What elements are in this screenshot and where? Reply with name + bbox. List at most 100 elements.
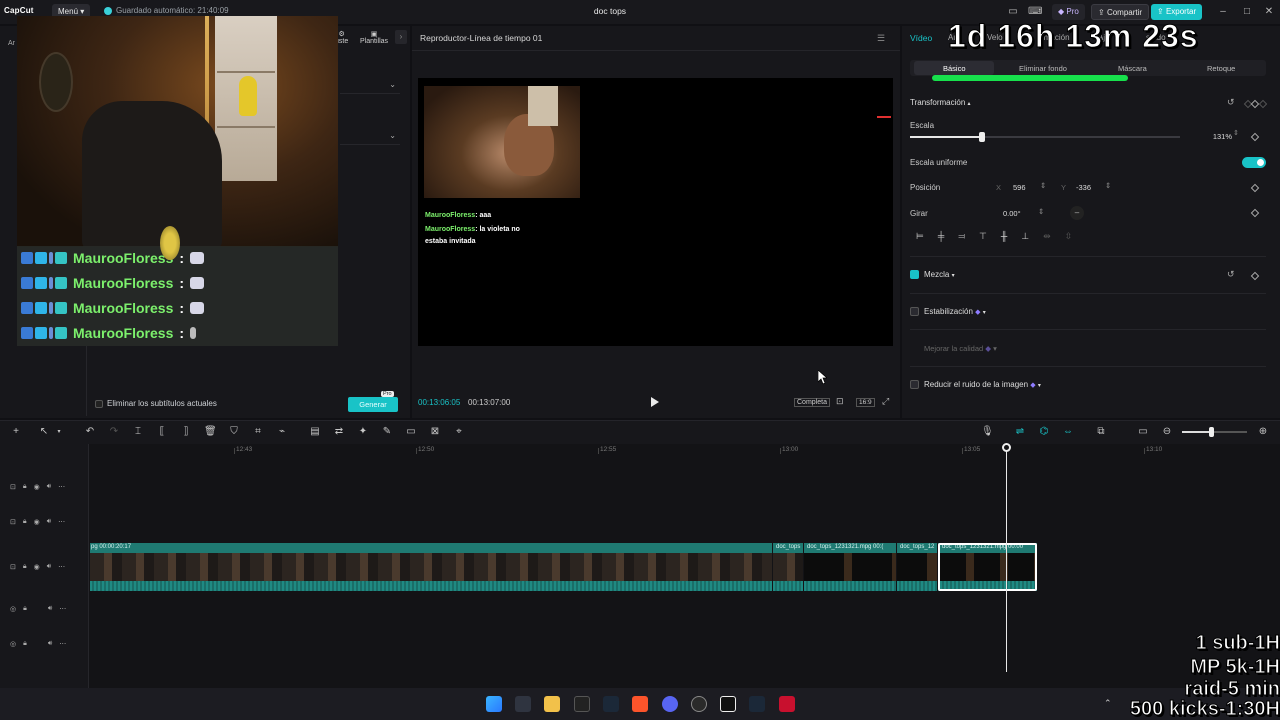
discord-icon[interactable] (662, 696, 678, 712)
select-tool-icon[interactable]: ↖ (38, 426, 50, 438)
lock-icon[interactable]: 🔒︎ (23, 605, 27, 613)
subtab-remove-bg[interactable]: Eliminar fondo (1019, 64, 1067, 73)
microphone-icon[interactable]: 🎙︎ (981, 426, 994, 438)
play-icon[interactable] (650, 396, 660, 408)
tab-video[interactable]: Vídeo (910, 33, 932, 43)
preview-axis-icon[interactable]: ⇔ (1062, 426, 1074, 438)
subtab-basic[interactable]: Básico (943, 64, 966, 73)
transform-section-title[interactable]: Transformación ▴ (910, 98, 971, 107)
stepper-icon[interactable]: ⇕ (1233, 129, 1239, 137)
more-icon[interactable]: ⋯ (59, 605, 66, 613)
templates-tool[interactable]: ▣ Plantillas (360, 30, 388, 45)
eye-icon[interactable]: ◉ (34, 483, 40, 491)
aspect-ratio-button[interactable]: 16:9 (856, 398, 875, 407)
obs-icon[interactable] (574, 696, 590, 712)
stepper-icon[interactable]: ⇕ (1040, 181, 1046, 190)
layout-icon[interactable]: ▭ (1006, 5, 1020, 19)
track-type-icon[interactable]: ⊡ (10, 563, 16, 571)
generate-button[interactable]: Generar (348, 397, 398, 412)
denoise-section[interactable]: Reducir el ruido de la imagen ◆ ▾ (924, 380, 1041, 389)
playhead-handle[interactable] (1002, 443, 1011, 452)
steam-icon[interactable] (603, 696, 619, 712)
tracking-icon[interactable]: ⌖ (453, 426, 465, 438)
collapse-panel-button[interactable]: › (395, 30, 407, 44)
playhead[interactable] (1006, 446, 1007, 672)
lock-icon[interactable]: 🔒︎ (23, 483, 27, 491)
reset-icon[interactable]: ↺ (1227, 269, 1235, 280)
stabilize-section[interactable]: Estabilización ◆ ▾ (924, 307, 986, 316)
pos-x-input[interactable]: 596 (1013, 181, 1026, 194)
align-right-icon[interactable]: ⫤ (958, 231, 965, 246)
zoom-slider-handle[interactable] (1209, 427, 1214, 437)
brave-icon[interactable] (632, 696, 648, 712)
blend-checkbox[interactable] (910, 270, 919, 279)
trim-left-icon[interactable]: ⟦ (156, 426, 168, 438)
capcut-icon[interactable] (720, 696, 736, 712)
fullscreen-icon[interactable]: ⤢ (882, 396, 889, 407)
uniform-scale-toggle[interactable] (1242, 157, 1266, 168)
track-type-icon[interactable]: ⊡ (10, 518, 16, 526)
distribute-v-icon[interactable]: ⇳ (1065, 231, 1073, 246)
thumbnail-icon[interactable]: ▭ (1137, 426, 1149, 438)
stepper-icon[interactable]: ⇕ (1105, 181, 1111, 190)
chevron-down-icon[interactable]: ▾ (53, 426, 65, 438)
dropdown-2[interactable]: ⌄ (340, 131, 400, 145)
volume-icon[interactable]: 🔊︎ (47, 483, 51, 491)
reset-icon[interactable]: ↺ (1227, 97, 1235, 108)
terminal-icon[interactable] (515, 696, 531, 712)
stepper-icon[interactable]: ⇕ (1038, 207, 1044, 216)
align-center-v-icon[interactable]: ╫ (1001, 231, 1007, 246)
align-left-icon[interactable]: ⊨ (916, 231, 924, 246)
zoom-out-icon[interactable]: ⊖ (1161, 426, 1173, 438)
close-icon[interactable]: ✕ (1262, 5, 1276, 19)
app-icon[interactable] (779, 696, 795, 712)
eye-icon[interactable]: ◉ (34, 563, 40, 571)
align-center-h-icon[interactable]: ╪ (938, 231, 944, 246)
enhance-quality-option[interactable]: Mejorar la calidad ◆ ▾ (924, 344, 997, 353)
add-icon[interactable]: + (10, 426, 22, 438)
eye-icon[interactable]: ◉ (34, 518, 40, 526)
resize-icon[interactable]: ⊠ (429, 426, 441, 438)
subtab-retouch[interactable]: Retoque (1207, 64, 1235, 73)
player-menu-icon[interactable]: ☰ (877, 33, 885, 44)
pos-y-input[interactable]: -336 (1076, 181, 1091, 194)
align-bottom-icon[interactable]: ⊥ (1021, 231, 1029, 246)
obs-studio-icon[interactable] (691, 696, 707, 712)
more-icon[interactable]: ⋯ (58, 518, 65, 526)
stabilize-checkbox[interactable] (910, 307, 919, 316)
more-icon[interactable]: ⋯ (58, 483, 65, 491)
subtitle-icon[interactable]: ▭ (405, 426, 417, 438)
distribute-h-icon[interactable]: ⇹ (1043, 231, 1051, 246)
minimize-icon[interactable]: – (1216, 5, 1230, 19)
redo-icon[interactable]: ↷ (108, 426, 120, 438)
shield-icon[interactable]: ⛉ (228, 426, 240, 438)
scale-slider-handle[interactable] (978, 132, 985, 142)
mirror-icon[interactable]: ⇄ (333, 426, 345, 438)
freeze-icon[interactable]: ▤ (309, 426, 321, 438)
rotate-dial[interactable]: – (1070, 206, 1084, 220)
magic-icon[interactable]: ✎ (381, 426, 393, 438)
windows-start-icon[interactable] (486, 696, 502, 712)
split-icon[interactable]: ⌶ (132, 426, 144, 438)
volume-icon[interactable]: 🔊︎ (47, 563, 51, 571)
file-explorer-icon[interactable] (544, 696, 560, 712)
speed-icon[interactable]: ⌁ (276, 426, 288, 438)
shortcuts-icon[interactable]: ⌨ (1028, 5, 1042, 19)
crop-icon[interactable]: ⌗ (252, 426, 264, 438)
volume-icon[interactable]: 🔊︎ (48, 605, 52, 613)
delete-icon[interactable]: 🗑︎ (204, 426, 217, 438)
more-icon[interactable]: ⋯ (59, 640, 66, 648)
track-type-icon[interactable]: ⊡ (10, 483, 16, 491)
media-tab-partial[interactable]: Ar (8, 40, 15, 47)
lock-icon[interactable]: 🔒︎ (23, 563, 27, 571)
remove-subtitles-checkbox[interactable] (95, 399, 103, 408)
audio-track-icon[interactable]: ◎ (10, 605, 16, 613)
lock-icon[interactable]: 🔒︎ (23, 518, 27, 526)
steam-icon[interactable] (749, 696, 765, 712)
denoise-checkbox[interactable] (910, 380, 919, 389)
trim-right-icon[interactable]: ⟧ (180, 426, 192, 438)
more-icon[interactable]: ⋯ (58, 563, 65, 571)
magnet-icon[interactable]: ⇌ (1014, 426, 1026, 438)
screenshot-icon[interactable]: ⊡ (836, 396, 844, 407)
align-top-icon[interactable]: ⊤ (979, 231, 987, 246)
